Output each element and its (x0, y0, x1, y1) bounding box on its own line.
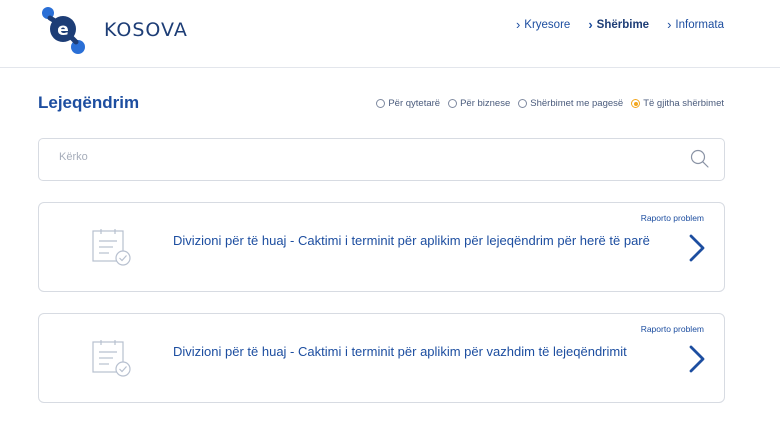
filter-per-biznese[interactable]: Për biznese (448, 98, 510, 109)
document-check-icon (92, 229, 131, 266)
service-card[interactable]: Divizioni për të huaj - Caktimi i termin… (38, 202, 725, 292)
radio-button[interactable] (448, 99, 458, 108)
search-input[interactable] (59, 151, 659, 163)
chevron-right-icon[interactable] (688, 344, 706, 374)
document-check-icon (92, 340, 131, 377)
search-icon[interactable] (690, 149, 710, 169)
filter-label: Të gjitha shërbimet (643, 98, 724, 109)
chevron-right-icon: › (667, 17, 672, 32)
chevron-right-icon: › (515, 17, 521, 32)
main-nav: › Kryesore › Shërbime › Informata (516, 17, 724, 32)
filter-label: Shërbimet me pagesë (530, 98, 624, 109)
svg-text:e: e (57, 20, 69, 40)
page-title: Lejeqëndrim (38, 93, 140, 112)
search-box (38, 138, 725, 181)
nav-item-informata[interactable]: › Informata (667, 17, 724, 32)
report-problem-link[interactable]: Raporto problem (641, 324, 704, 334)
site-header: e KOSOVA › Kryesore › Shërbime › Informa… (0, 0, 780, 68)
radio-button[interactable] (376, 99, 386, 108)
radio-button-checked[interactable] (631, 99, 641, 108)
filter-per-qytetare[interactable]: Për qytetarë (376, 98, 440, 109)
nav-label: Informata (675, 18, 724, 31)
filter-label: Për biznese (460, 98, 511, 109)
logo-text: KOSOVA (104, 19, 188, 41)
service-title[interactable]: Divizioni për të huaj - Caktimi i termin… (173, 233, 663, 249)
nav-label: Shërbime (596, 18, 650, 31)
nav-item-kryesore[interactable]: › Kryesore (516, 17, 570, 32)
report-problem-link[interactable]: Raporto problem (641, 213, 704, 223)
filter-te-gjitha-sherbimet[interactable]: Të gjitha shërbimet (631, 98, 724, 109)
filter-label: Për qytetarë (388, 98, 441, 109)
service-title[interactable]: Divizioni për të huaj - Caktimi i termin… (173, 344, 663, 360)
service-card[interactable]: Divizioni për të huaj - Caktimi i termin… (38, 313, 725, 403)
radio-button[interactable] (518, 99, 528, 108)
filter-sherbimet-me-pagese[interactable]: Shërbimet me pagesë (518, 98, 623, 109)
nav-label: Kryesore (524, 18, 571, 31)
chevron-right-icon[interactable] (688, 233, 706, 263)
chevron-right-icon: › (588, 17, 593, 32)
ekosova-logo[interactable]: e KOSOVA (36, 4, 187, 54)
e-logo-icon: e (42, 7, 85, 54)
service-filters: Për qytetarë Për biznese Shërbimet me pa… (376, 98, 724, 109)
nav-item-sherbime[interactable]: › Shërbime (588, 17, 649, 32)
